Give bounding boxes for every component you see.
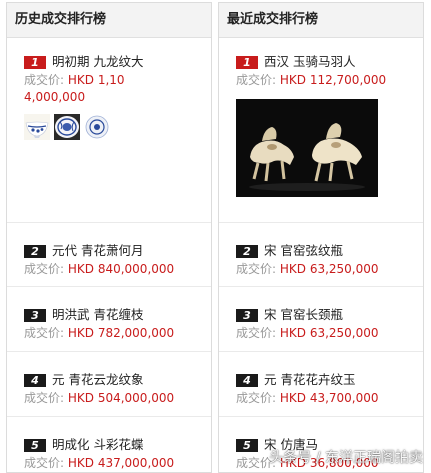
item-thumbnails xyxy=(24,114,211,148)
recent-ranking-panel: 最近成交排行榜 1 西汉 玉骑马羽人 成交价: HKD 112,700,000 xyxy=(218,2,424,473)
item-price: 成交价: HKD 1,104,000,000 xyxy=(24,73,125,104)
item-price: 成交价: HKD 43,700,000 xyxy=(236,391,379,405)
item-name[interactable]: 宋 官窑长颈瓶 xyxy=(264,305,343,325)
rank-badge: 1 xyxy=(24,56,46,69)
source-watermark: 头条号 / 东洋正瑞阁拍卖 xyxy=(269,450,423,466)
item-name[interactable]: 元 青花云龙纹象 xyxy=(52,370,143,390)
history-ranking-panel: 历史成交排行榜 1 明初期 九龙纹大 成交价: HKD 1,104,000,00… xyxy=(6,2,212,473)
porcelain-bowl-thumbnail[interactable] xyxy=(24,114,50,140)
item-name[interactable]: 西汉 玉骑马羽人 xyxy=(264,52,355,72)
item-name[interactable]: 宋 官窑弦纹瓶 xyxy=(264,241,343,261)
rank-badge: 4 xyxy=(24,374,46,387)
porcelain-bowl-interior-thumbnail[interactable] xyxy=(53,114,80,140)
rank-badge: 5 xyxy=(236,439,258,452)
ranking-item[interactable]: 1 明初期 九龙纹大 成交价: HKD 1,104,000,000 xyxy=(7,38,211,223)
rank-badge: 2 xyxy=(236,245,258,258)
item-name[interactable]: 明初期 九龙纹大 xyxy=(52,52,143,72)
rank-badge: 3 xyxy=(236,309,258,322)
item-price: 成交价: HKD 504,000,000 xyxy=(24,391,175,405)
recent-ranking-title: 最近成交排行榜 xyxy=(219,3,423,38)
history-ranking-title: 历史成交排行榜 xyxy=(7,3,211,38)
item-name[interactable]: 明洪武 青花缠枝 xyxy=(52,305,143,325)
ranking-item[interactable]: 4 元 青花花卉纹玉 成交价: HKD 43,700,000 xyxy=(219,352,423,417)
ranking-item[interactable]: 1 西汉 玉骑马羽人 成交价: HKD 112,700,000 xyxy=(219,38,423,223)
item-price: 成交价: HKD 840,000,000 xyxy=(24,262,175,276)
item-name[interactable]: 明成化 斗彩花蝶 xyxy=(52,435,143,455)
item-price: 成交价: HKD 437,000,000 xyxy=(24,456,175,470)
item-price: 成交价: HKD 63,250,000 xyxy=(236,262,379,276)
rank-badge: 4 xyxy=(236,374,258,387)
item-price: 成交价: HKD 63,250,000 xyxy=(236,326,379,340)
ranking-item[interactable]: 2 元代 青花萧何月 成交价: HKD 840,000,000 xyxy=(7,223,211,287)
item-price: 成交价: HKD 782,000,000 xyxy=(24,326,175,340)
rank-badge: 5 xyxy=(24,439,46,452)
item-price: 成交价: HKD 112,700,000 xyxy=(236,73,387,87)
rank-badge: 2 xyxy=(24,245,46,258)
rank-badge: 3 xyxy=(24,309,46,322)
porcelain-plate-thumbnail[interactable] xyxy=(83,114,110,140)
item-name[interactable]: 元 青花花卉纹玉 xyxy=(264,370,355,390)
ranking-item[interactable]: 4 元 青花云龙纹象 成交价: HKD 504,000,000 xyxy=(7,352,211,417)
ranking-item[interactable]: 3 宋 官窑长颈瓶 成交价: HKD 63,250,000 xyxy=(219,287,423,352)
ranking-item[interactable]: 3 明洪武 青花缠枝 成交价: HKD 782,000,000 xyxy=(7,287,211,352)
jade-horse-rider-image[interactable] xyxy=(236,99,378,197)
ranking-item[interactable]: 5 明成化 斗彩花蝶 成交价: HKD 437,000,000 xyxy=(7,417,211,472)
rank-badge: 1 xyxy=(236,56,258,69)
ranking-item[interactable]: 2 宋 官窑弦纹瓶 成交价: HKD 63,250,000 xyxy=(219,223,423,287)
item-name[interactable]: 元代 青花萧何月 xyxy=(52,241,143,261)
